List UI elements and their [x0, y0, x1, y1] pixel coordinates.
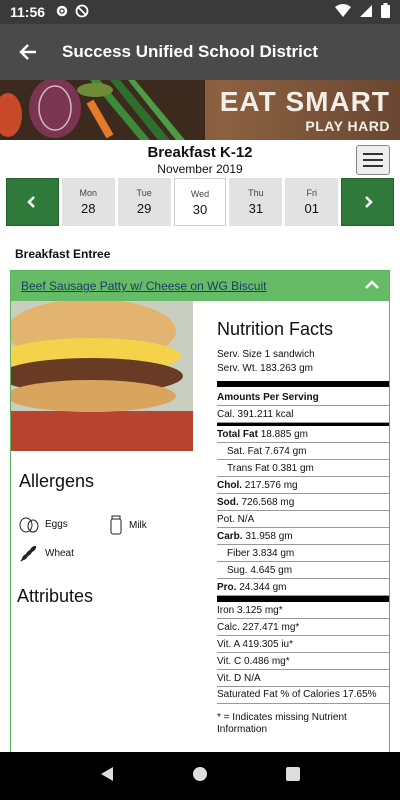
section-title: Breakfast Entree — [15, 247, 111, 261]
missing-nutrient-note: * = Indicates missing Nutrient Informati… — [217, 712, 347, 735]
status-time: 11:56 — [10, 4, 46, 20]
trans-fat: Trans Fat 0.381 gm — [217, 460, 389, 477]
battery-icon — [381, 3, 390, 21]
menu-header: Breakfast K-12 November 2019 — [0, 144, 400, 176]
status-bar: 11:56 — [0, 0, 400, 24]
day-fri[interactable]: Fri 01 — [285, 178, 339, 226]
nav-home-icon[interactable] — [192, 766, 208, 787]
month-label: November 2019 — [157, 162, 243, 176]
back-arrow-icon — [19, 44, 36, 60]
allergen-label: Eggs — [45, 518, 68, 530]
day-name: Tue — [136, 188, 152, 198]
dnd-icon — [75, 4, 89, 21]
allergens-title: Allergens — [19, 471, 95, 491]
settings-icon — [55, 4, 69, 21]
nav-recents-icon[interactable] — [285, 766, 301, 787]
day-name: Wed — [190, 189, 210, 199]
calcium: Calc. 227.471 mg* — [217, 619, 389, 636]
day-name: Thu — [248, 188, 264, 198]
day-date: 31 — [248, 201, 264, 216]
nav-back-icon[interactable] — [99, 766, 115, 787]
wheat-icon — [20, 545, 37, 562]
iron: Iron 3.125 mg* — [217, 602, 389, 619]
calories: Cal. 391.211 kcal — [217, 406, 389, 423]
amounts-per-serving: Amounts Per Serving — [217, 389, 389, 406]
potassium: Pot. N/A — [217, 511, 389, 528]
saturated-fat-percent: Saturated Fat % of Calories 17.65% — [217, 687, 389, 704]
banner-eat-smart: EAT SMART — [219, 86, 390, 117]
app-title: Success Unified School District — [62, 42, 319, 61]
cholesterol: Chol. 217.576 mg — [217, 477, 389, 494]
milk-icon — [110, 515, 122, 535]
eat-smart-banner: EAT SMART PLAY HARD — [0, 80, 400, 140]
previous-week-button[interactable] — [6, 178, 59, 226]
app-bar: Success Unified School District — [0, 24, 400, 80]
attributes-title: Attributes — [17, 586, 94, 606]
total-fat: Total Fat 18.885 gm — [217, 426, 389, 443]
day-date: 29 — [136, 201, 152, 216]
sugar: Sug. 4.645 gm — [217, 562, 389, 579]
next-week-button[interactable] — [341, 178, 395, 226]
day-mon[interactable]: Mon 28 — [61, 178, 115, 226]
day-date: 01 — [304, 201, 319, 216]
thick-divider — [217, 381, 389, 387]
egg-icon — [19, 517, 39, 533]
date-selector: Mon 28 Tue 29 Wed 30 Thu 31 Fri 01 — [6, 178, 395, 226]
chevron-up-icon[interactable] — [365, 277, 379, 295]
allergen-eggs: Eggs — [19, 515, 68, 533]
menu-item-link[interactable]: Beef Sausage Patty w/ Cheese on WG Biscu… — [21, 279, 266, 293]
menu-item-card: Beef Sausage Patty w/ Cheese on WG Biscu… — [10, 270, 390, 760]
menu-item-header[interactable]: Beef Sausage Patty w/ Cheese on WG Biscu… — [11, 271, 389, 301]
day-thu[interactable]: Thu 31 — [229, 178, 283, 226]
wifi-icon — [335, 3, 351, 21]
protein: Pro. 24.344 gm — [217, 579, 389, 596]
nutrition-facts-panel: Nutrition Facts Serv. Size 1 sandwich Se… — [209, 301, 389, 759]
food-photo — [11, 301, 193, 451]
vitamin-c: Vit. C 0.486 mg* — [217, 653, 389, 670]
allergen-milk: Milk — [109, 515, 147, 535]
sodium: Sod. 726.568 mg — [217, 494, 389, 511]
day-name: Fri — [306, 188, 317, 198]
signal-icon — [359, 4, 373, 21]
day-wed-selected[interactable]: Wed 30 — [173, 178, 227, 226]
chevron-left-icon — [27, 196, 36, 208]
system-nav-bar — [0, 752, 400, 800]
vitamin-a: Vit. A 419.305 iu* — [217, 636, 389, 653]
day-date: 30 — [192, 202, 208, 217]
back-button[interactable] — [0, 24, 56, 80]
vitamin-d: Vit. D N/A — [217, 670, 389, 687]
banner-play-hard: PLAY HARD — [305, 118, 390, 134]
hamburger-icon — [363, 153, 383, 155]
allergen-label: Milk — [129, 519, 147, 531]
day-tue[interactable]: Tue 29 — [117, 178, 171, 226]
day-date: 28 — [81, 201, 96, 216]
serving-size: Serv. Size 1 sandwich — [217, 349, 315, 360]
allergen-label: Wheat — [45, 547, 74, 559]
vegetables-image — [0, 80, 205, 140]
menu-button[interactable] — [356, 145, 390, 175]
nutrition-title: Nutrition Facts — [217, 319, 334, 339]
chevron-right-icon — [364, 196, 373, 208]
saturated-fat: Sat. Fat 7.674 gm — [217, 443, 389, 460]
serving-weight: Serv. Wt. 183.263 gm — [217, 363, 313, 374]
carbohydrates: Carb. 31.958 gm — [217, 528, 389, 545]
day-name: Mon — [79, 188, 98, 198]
fiber: Fiber 3.834 gm — [217, 545, 389, 562]
allergen-wheat: Wheat — [19, 543, 74, 563]
meal-title: Breakfast K-12 — [147, 144, 253, 161]
